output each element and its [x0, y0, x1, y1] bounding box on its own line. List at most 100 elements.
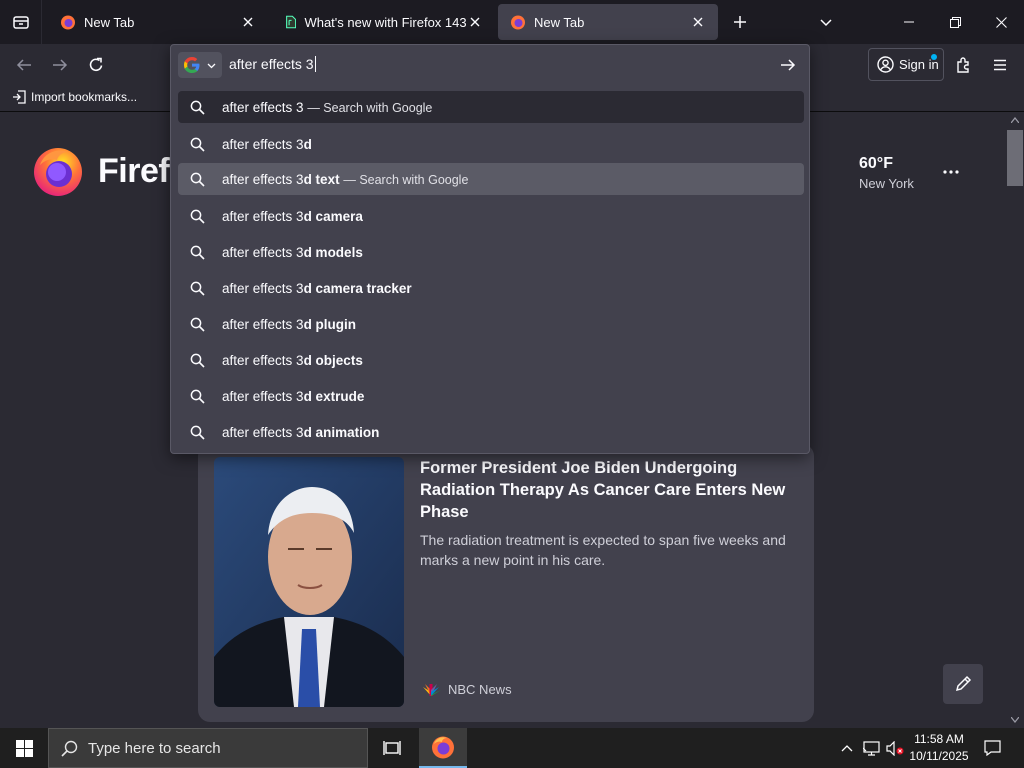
restore-button[interactable]	[932, 0, 978, 44]
close-window-button[interactable]	[978, 0, 1024, 44]
suggestion-item[interactable]: after effects 3d models	[178, 236, 804, 268]
url-input[interactable]: after effects 3	[229, 56, 316, 72]
firefox-icon	[432, 736, 454, 759]
story-description: The radiation treatment is expected to s…	[420, 532, 786, 568]
story-title[interactable]: Former President Joe Biden Undergoing Ra…	[420, 457, 790, 523]
task-view-button[interactable]	[372, 728, 412, 768]
tab-whats-new[interactable]: What's new with Firefox 143	[273, 4, 493, 40]
new-tab-button[interactable]	[728, 10, 752, 34]
reload-button[interactable]	[81, 50, 111, 80]
system-clock[interactable]: 11:58 AM 10/11/2025	[905, 731, 973, 765]
nbc-peacock-icon	[423, 683, 441, 696]
suggestion-item[interactable]: after effects 3d animation	[178, 416, 804, 448]
suggestion-item[interactable]: after effects 3d text — Search with Goog…	[178, 163, 804, 195]
google-icon	[184, 57, 200, 73]
search-icon	[190, 353, 205, 368]
scrollbar-thumb[interactable]	[1007, 130, 1023, 186]
suggestion-completion: d objects	[303, 352, 363, 368]
suggestion-prefix: after effects 3	[222, 316, 304, 332]
close-icon	[243, 17, 253, 27]
suggestion-prefix: after effects 3	[222, 208, 304, 224]
minimize-icon	[904, 21, 914, 23]
minimize-button[interactable]	[886, 0, 932, 44]
puzzle-icon	[957, 57, 969, 73]
suggestion-text: after effects 3d objects	[222, 353, 363, 368]
close-icon	[693, 17, 703, 27]
reload-icon	[89, 57, 103, 72]
forward-button[interactable]	[45, 50, 75, 80]
arrow-right-icon	[781, 59, 796, 71]
taskbar-search-placeholder: Type here to search	[88, 739, 221, 757]
suggestion-completion: d animation	[303, 424, 380, 440]
extensions-button[interactable]	[949, 50, 979, 80]
urlbar-panel: after effects 3 after effects 3 — Search…	[170, 44, 810, 454]
suggestion-item[interactable]: after effects 3d	[178, 128, 804, 160]
show-hidden-icons-button[interactable]	[836, 728, 858, 768]
sign-in-button[interactable]: Sign in	[868, 48, 944, 81]
weather-location[interactable]: New York	[859, 176, 914, 191]
urlbar: after effects 3	[171, 45, 811, 85]
network-button[interactable]	[860, 728, 882, 768]
back-button[interactable]	[9, 50, 39, 80]
suggestion-item[interactable]: after effects 3d objects	[178, 344, 804, 376]
suggestion-prefix: after effects 3	[222, 388, 304, 404]
suggestion-text: after effects 3d	[222, 137, 312, 152]
suggestion-item[interactable]: after effects 3d plugin	[178, 308, 804, 340]
close-tab-button[interactable]	[238, 12, 258, 32]
tab-strip: New Tab What's new with Firefox 143 New …	[0, 0, 1024, 44]
search-icon	[190, 317, 205, 332]
firefox-view-button[interactable]	[0, 0, 42, 44]
firefox-view-icon	[12, 16, 29, 29]
suggestion-text: after effects 3 — Search with Google	[222, 100, 432, 115]
suggestion-item[interactable]: after effects 3 — Search with Google	[178, 91, 804, 123]
story-card[interactable]: Former President Joe Biden Undergoing Ra…	[198, 444, 814, 722]
taskbar-search-box[interactable]: Type here to search	[48, 728, 368, 768]
app-menu-button[interactable]	[985, 50, 1015, 80]
suggestion-text: after effects 3d camera	[222, 209, 363, 224]
tab-title: New Tab	[534, 14, 585, 30]
search-icon	[190, 172, 205, 187]
suggestion-item[interactable]: after effects 3d extrude	[178, 380, 804, 412]
page-scrollbar[interactable]	[1006, 112, 1024, 728]
customize-button[interactable]	[943, 664, 983, 704]
start-button[interactable]	[0, 728, 48, 768]
suggestion-item[interactable]: after effects 3d camera tracker	[178, 272, 804, 304]
triangle-down-icon	[1011, 717, 1019, 723]
search-icon	[190, 389, 205, 404]
search-icon	[190, 425, 205, 440]
tab-title: New Tab	[84, 14, 135, 30]
suggestion-action: — Search with Google	[307, 100, 433, 115]
clock-time: 11:58 AM	[914, 732, 964, 746]
volume-button[interactable]	[884, 728, 906, 768]
scroll-down-button[interactable]	[1006, 712, 1024, 728]
suggestion-completion: d text	[303, 171, 340, 187]
suggestion-action: — Search with Google	[343, 172, 469, 187]
import-bookmarks-button[interactable]: Import bookmarks...	[12, 90, 137, 104]
search-engine-selector[interactable]	[178, 52, 222, 78]
suggestion-completion: d	[303, 136, 312, 152]
close-tab-button[interactable]	[688, 12, 708, 32]
notifications-button[interactable]	[978, 728, 1006, 768]
list-all-tabs-button[interactable]	[814, 10, 838, 34]
weather-options-button[interactable]	[940, 162, 962, 182]
suggestion-completion: d camera tracker	[303, 280, 412, 296]
story-photo	[214, 457, 404, 707]
more-icon	[943, 170, 959, 174]
taskbar-firefox-button[interactable]	[419, 728, 467, 768]
tab-title: What's new with Firefox 143	[304, 14, 467, 30]
tab-new-tab-1[interactable]: New Tab	[48, 4, 268, 40]
volume-muted-icon	[886, 740, 904, 756]
chevron-down-icon	[207, 63, 216, 68]
weather-temperature[interactable]: 60°F	[859, 155, 893, 173]
chevron-up-icon	[841, 745, 853, 752]
suggestion-text: after effects 3d animation	[222, 425, 379, 440]
suggestion-completion: d plugin	[303, 316, 357, 332]
clock-date: 10/11/2025	[909, 749, 969, 763]
close-tab-button[interactable]	[467, 12, 483, 32]
go-button[interactable]	[774, 53, 802, 77]
story-source-label: NBC News	[448, 682, 512, 697]
suggestion-item[interactable]: after effects 3d camera	[178, 200, 804, 232]
account-icon	[877, 56, 894, 73]
scroll-up-button[interactable]	[1006, 112, 1024, 128]
tab-new-tab-2[interactable]: New Tab	[498, 4, 718, 40]
